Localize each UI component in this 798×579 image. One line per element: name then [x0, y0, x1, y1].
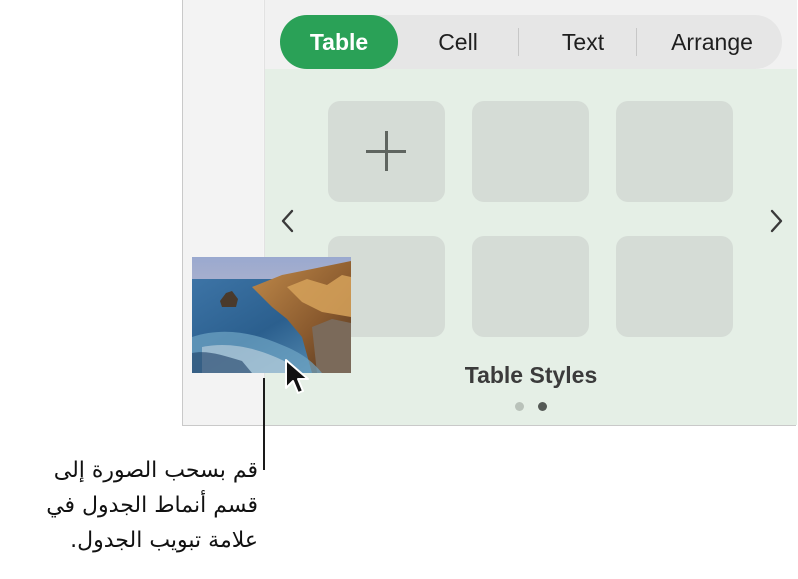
- tab-separator: [518, 28, 519, 56]
- table-style-thumbnail[interactable]: [616, 236, 733, 337]
- page-indicator-dot[interactable]: [515, 402, 524, 411]
- plus-icon: [328, 101, 445, 202]
- callout-line: قم بسحب الصورة إلى: [53, 458, 258, 483]
- add-table-style-button[interactable]: [328, 101, 445, 202]
- tab-text[interactable]: Text: [528, 15, 638, 69]
- callout-line: قسم أنماط الجدول في: [46, 493, 258, 518]
- inspector-tab-bar: Table Cell Text Arrange: [280, 15, 782, 69]
- chevron-left-icon[interactable]: [277, 206, 299, 236]
- callout-line: علامة تبويب الجدول.: [70, 528, 258, 553]
- table-style-thumbnail[interactable]: [472, 236, 589, 337]
- tab-table[interactable]: Table: [280, 15, 398, 69]
- table-style-thumbnail[interactable]: [616, 101, 733, 202]
- tab-arrange[interactable]: Arrange: [648, 15, 776, 69]
- mouse-pointer-icon: [285, 359, 309, 394]
- tab-cell[interactable]: Cell: [408, 15, 508, 69]
- tab-separator: [636, 28, 637, 56]
- dragged-landscape-photo[interactable]: [192, 257, 351, 373]
- callout-leader-line: [263, 378, 265, 470]
- chevron-right-icon[interactable]: [765, 206, 787, 236]
- callout-text: قم بسحب الصورة إلى قسم أنماط الجدول في ع…: [0, 453, 258, 558]
- page-indicator-dot-active[interactable]: [538, 402, 547, 411]
- table-style-thumbnail[interactable]: [472, 101, 589, 202]
